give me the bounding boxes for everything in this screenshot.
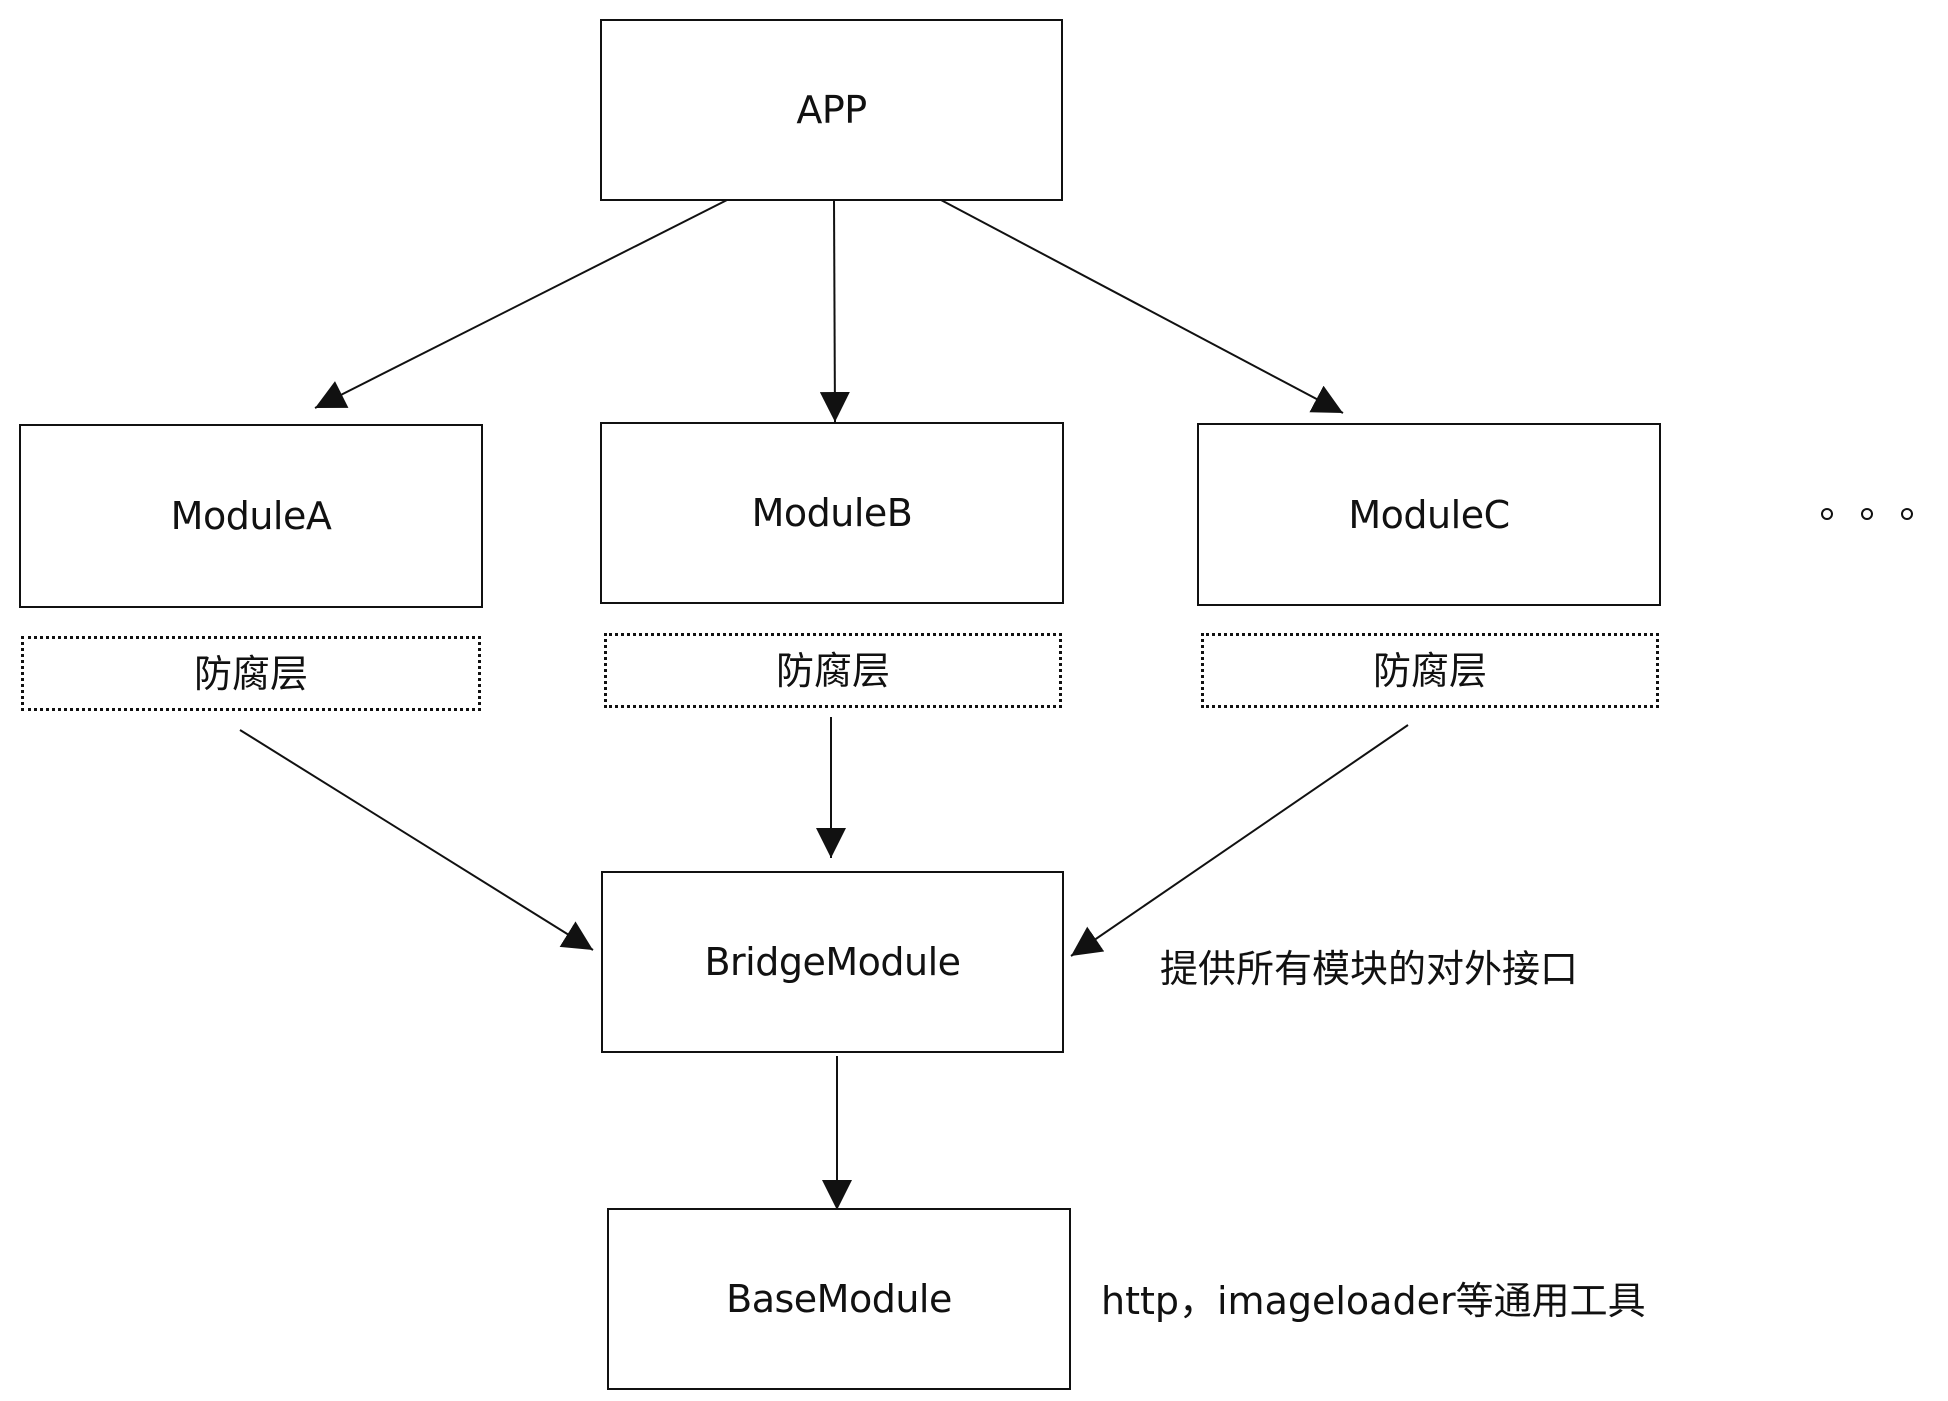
acl-layer-b: 防腐层 bbox=[604, 633, 1062, 708]
ellipsis-dot-icon bbox=[1861, 508, 1873, 520]
app-node: APP bbox=[600, 19, 1063, 201]
base-module-node: BaseModule bbox=[607, 1208, 1071, 1390]
module-a-label: ModuleA bbox=[170, 494, 332, 538]
module-c-label: ModuleC bbox=[1348, 492, 1510, 537]
acl-layer-b-label: 防腐层 bbox=[775, 648, 890, 693]
bridge-module-label: BridgeModule bbox=[704, 940, 961, 984]
arrow-app-to-module-a bbox=[314, 199, 728, 409]
bridge-module-node: BridgeModule bbox=[601, 871, 1064, 1053]
acl-layer-c-label: 防腐层 bbox=[1372, 648, 1487, 693]
bridge-module-note: 提供所有模块的对外接口 bbox=[1160, 947, 1579, 991]
ellipsis-dot-icon bbox=[1901, 508, 1913, 520]
module-b-label: ModuleB bbox=[751, 491, 913, 535]
arrow-app-to-module-c bbox=[940, 199, 1344, 414]
acl-layer-c: 防腐层 bbox=[1201, 633, 1659, 708]
base-module-note: http，imageloader等通用工具 bbox=[1101, 1279, 1646, 1323]
acl-layer-a-label: 防腐层 bbox=[193, 651, 308, 696]
arrow-acl-c-to-bridge bbox=[1070, 724, 1409, 957]
arrow-app-to-module-b bbox=[819, 199, 850, 423]
app-node-label: APP bbox=[796, 88, 867, 132]
module-a-node: ModuleA bbox=[19, 424, 483, 608]
module-b-node: ModuleB bbox=[600, 422, 1064, 604]
base-module-label: BaseModule bbox=[726, 1277, 952, 1321]
ellipsis-dot-icon bbox=[1821, 508, 1833, 520]
acl-layer-a: 防腐层 bbox=[21, 636, 481, 711]
ellipsis-icon bbox=[1813, 505, 1913, 527]
module-c-node: ModuleC bbox=[1197, 423, 1661, 606]
arrow-acl-a-to-bridge bbox=[239, 729, 594, 951]
